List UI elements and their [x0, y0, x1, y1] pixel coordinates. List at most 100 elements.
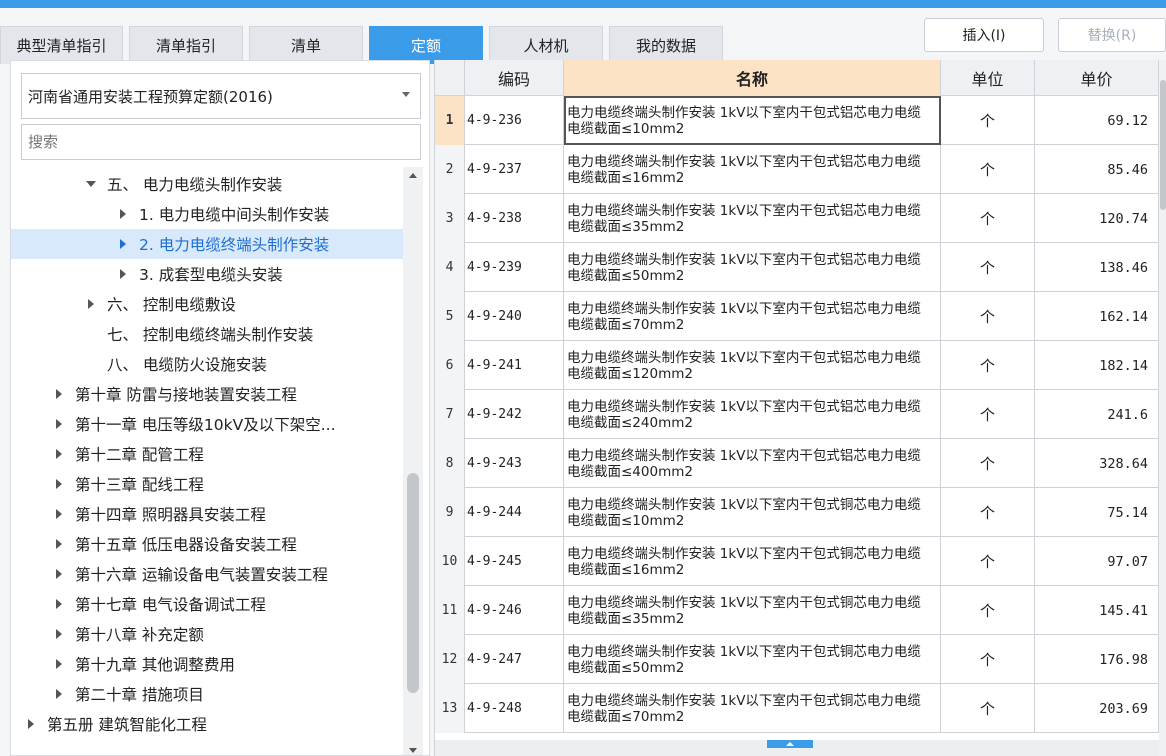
tree-node[interactable]: 第十六章 运输设备电气装置安装工程: [11, 559, 403, 589]
code-cell[interactable]: 4-9-240: [465, 292, 564, 341]
quota-library-select[interactable]: 河南省通用安装工程预算定额(2016): [21, 73, 421, 119]
unit-cell[interactable]: 个: [941, 488, 1035, 537]
code-cell[interactable]: 4-9-237: [465, 145, 564, 194]
collapsed-triangle-icon[interactable]: [51, 506, 67, 522]
unit-cell[interactable]: 个: [941, 96, 1035, 145]
collapsed-triangle-icon[interactable]: [51, 626, 67, 642]
tree-node[interactable]: 1. 电力电缆中间头制作安装: [11, 199, 403, 229]
tree-node[interactable]: 第十五章 低压电器设备安装工程: [11, 529, 403, 559]
price-cell[interactable]: 145.41: [1035, 586, 1159, 635]
name-cell[interactable]: 电力电缆终端头制作安装 1kV以下室内干包式铜芯电力电缆 电缆截面≤50mm2: [564, 635, 941, 684]
search-input[interactable]: [21, 124, 421, 160]
row-number-cell[interactable]: 7: [435, 390, 465, 439]
collapse-up-icon[interactable]: [767, 740, 813, 748]
table-row[interactable]: 9 4-9-244 电力电缆终端头制作安装 1kV以下室内干包式铜芯电力电缆 电缆截…: [435, 488, 1159, 537]
code-cell[interactable]: 4-9-239: [465, 243, 564, 292]
tab-bill[interactable]: 清单: [249, 26, 363, 64]
unit-cell[interactable]: 个: [941, 145, 1035, 194]
row-number-cell[interactable]: 13: [435, 684, 465, 733]
table-row[interactable]: 2 4-9-237 电力电缆终端头制作安装 1kV以下室内干包式铝芯电力电缆 电缆截…: [435, 145, 1159, 194]
unit-cell[interactable]: 个: [941, 635, 1035, 684]
code-cell[interactable]: 4-9-246: [465, 586, 564, 635]
row-number-cell[interactable]: 2: [435, 145, 465, 194]
tree-node[interactable]: 第二十章 措施项目: [11, 679, 403, 709]
code-cell[interactable]: 4-9-244: [465, 488, 564, 537]
row-number-cell[interactable]: 8: [435, 439, 465, 488]
collapsed-triangle-icon[interactable]: [51, 476, 67, 492]
collapsed-triangle-icon[interactable]: [115, 236, 131, 252]
tab-my-data[interactable]: 我的数据: [609, 26, 723, 64]
tree-node[interactable]: 3. 成套型电缆头安装: [11, 259, 403, 289]
price-cell[interactable]: 241.6: [1035, 390, 1159, 439]
row-number-cell[interactable]: 10: [435, 537, 465, 586]
table-row[interactable]: 11 4-9-246 电力电缆终端头制作安装 1kV以下室内干包式铜芯电力电缆 电缆…: [435, 586, 1159, 635]
tree-node[interactable]: 八、 电缆防火设施安装: [11, 349, 403, 379]
tab-bill-guide[interactable]: 清单指引: [129, 26, 243, 64]
unit-cell[interactable]: 个: [941, 537, 1035, 586]
code-cell[interactable]: 4-9-241: [465, 341, 564, 390]
unit-cell[interactable]: 个: [941, 439, 1035, 488]
name-cell[interactable]: 电力电缆终端头制作安装 1kV以下室内干包式铝芯电力电缆 电缆截面≤400mm2: [564, 439, 941, 488]
tree-node[interactable]: 第十四章 照明器具安装工程: [11, 499, 403, 529]
code-cell[interactable]: 4-9-243: [465, 439, 564, 488]
row-number-cell[interactable]: 11: [435, 586, 465, 635]
price-cell[interactable]: 328.64: [1035, 439, 1159, 488]
tab-typical-bill-guide[interactable]: 典型清单指引: [0, 26, 123, 64]
unit-cell[interactable]: 个: [941, 292, 1035, 341]
row-number-cell[interactable]: 6: [435, 341, 465, 390]
name-cell[interactable]: 电力电缆终端头制作安装 1kV以下室内干包式铝芯电力电缆 电缆截面≤240mm2: [564, 390, 941, 439]
name-cell[interactable]: 电力电缆终端头制作安装 1kV以下室内干包式铝芯电力电缆 电缆截面≤70mm2: [564, 292, 941, 341]
price-cell[interactable]: 182.14: [1035, 341, 1159, 390]
unit-cell[interactable]: 个: [941, 586, 1035, 635]
name-cell[interactable]: 电力电缆终端头制作安装 1kV以下室内干包式铜芯电力电缆 电缆截面≤70mm2: [564, 684, 941, 733]
tree-node[interactable]: 第十七章 电气设备调试工程: [11, 589, 403, 619]
unit-cell[interactable]: 个: [941, 243, 1035, 292]
code-cell[interactable]: 4-9-248: [465, 684, 564, 733]
tree-node[interactable]: 第五册 建筑智能化工程: [11, 709, 403, 739]
tree-node[interactable]: 第十三章 配线工程: [11, 469, 403, 499]
table-row[interactable]: 1 4-9-236 电力电缆终端头制作安装 1kV以下室内干包式铝芯电力电缆 电缆截…: [435, 96, 1159, 145]
table-row[interactable]: 6 4-9-241 电力电缆终端头制作安装 1kV以下室内干包式铝芯电力电缆 电缆截…: [435, 341, 1159, 390]
collapsed-triangle-icon[interactable]: [115, 206, 131, 222]
unit-cell[interactable]: 个: [941, 194, 1035, 243]
row-number-cell[interactable]: 1: [435, 96, 465, 145]
name-column-header[interactable]: 名称: [564, 60, 941, 96]
code-cell[interactable]: 4-9-238: [465, 194, 564, 243]
unit-cell[interactable]: 个: [941, 684, 1035, 733]
scroll-up-icon[interactable]: [409, 173, 417, 178]
table-row[interactable]: 13 4-9-248 电力电缆终端头制作安装 1kV以下室内干包式铜芯电力电缆 电缆…: [435, 684, 1159, 733]
collapsed-triangle-icon[interactable]: [51, 416, 67, 432]
tab-quota[interactable]: 定额: [369, 26, 483, 64]
name-cell[interactable]: 电力电缆终端头制作安装 1kV以下室内干包式铝芯电力电缆 电缆截面≤50mm2: [564, 243, 941, 292]
name-cell[interactable]: 电力电缆终端头制作安装 1kV以下室内干包式铝芯电力电缆 电缆截面≤10mm2: [564, 96, 941, 145]
price-cell[interactable]: 97.07: [1035, 537, 1159, 586]
row-number-cell[interactable]: 4: [435, 243, 465, 292]
collapsed-triangle-icon[interactable]: [23, 716, 39, 732]
collapsed-triangle-icon[interactable]: [83, 296, 99, 312]
name-cell[interactable]: 电力电缆终端头制作安装 1kV以下室内干包式铜芯电力电缆 电缆截面≤16mm2: [564, 537, 941, 586]
expanded-triangle-icon[interactable]: [83, 176, 99, 192]
tree-node[interactable]: 第十一章 电压等级10kV及以下架空...: [11, 409, 403, 439]
collapsed-triangle-icon[interactable]: [51, 656, 67, 672]
unit-cell[interactable]: 个: [941, 390, 1035, 439]
table-row[interactable]: 5 4-9-240 电力电缆终端头制作安装 1kV以下室内干包式铝芯电力电缆 电缆截…: [435, 292, 1159, 341]
tree-node[interactable]: 第十八章 补充定额: [11, 619, 403, 649]
name-cell[interactable]: 电力电缆终端头制作安装 1kV以下室内干包式铜芯电力电缆 电缆截面≤35mm2: [564, 586, 941, 635]
replace-button[interactable]: 替换(R): [1058, 18, 1166, 52]
price-cell[interactable]: 69.12: [1035, 96, 1159, 145]
row-number-cell[interactable]: 12: [435, 635, 465, 684]
collapsed-triangle-icon[interactable]: [51, 686, 67, 702]
row-number-cell[interactable]: 5: [435, 292, 465, 341]
table-row[interactable]: 3 4-9-238 电力电缆终端头制作安装 1kV以下室内干包式铝芯电力电缆 电缆截…: [435, 194, 1159, 243]
tree-node[interactable]: 六、 控制电缆敷设: [11, 289, 403, 319]
table-row[interactable]: 7 4-9-242 电力电缆终端头制作安装 1kV以下室内干包式铝芯电力电缆 电缆截…: [435, 390, 1159, 439]
insert-button[interactable]: 插入(I): [924, 18, 1044, 52]
collapsed-triangle-icon[interactable]: [51, 566, 67, 582]
tree-node[interactable]: 七、 控制电缆终端头制作安装: [11, 319, 403, 349]
name-cell[interactable]: 电力电缆终端头制作安装 1kV以下室内干包式铝芯电力电缆 电缆截面≤35mm2: [564, 194, 941, 243]
tree-scroll-thumb[interactable]: [407, 473, 419, 693]
tree-node[interactable]: 第十九章 其他调整费用: [11, 649, 403, 679]
price-column-header[interactable]: 单价: [1035, 60, 1159, 96]
tree-node[interactable]: 第十章 防雷与接地装置安装工程: [11, 379, 403, 409]
code-cell[interactable]: 4-9-242: [465, 390, 564, 439]
